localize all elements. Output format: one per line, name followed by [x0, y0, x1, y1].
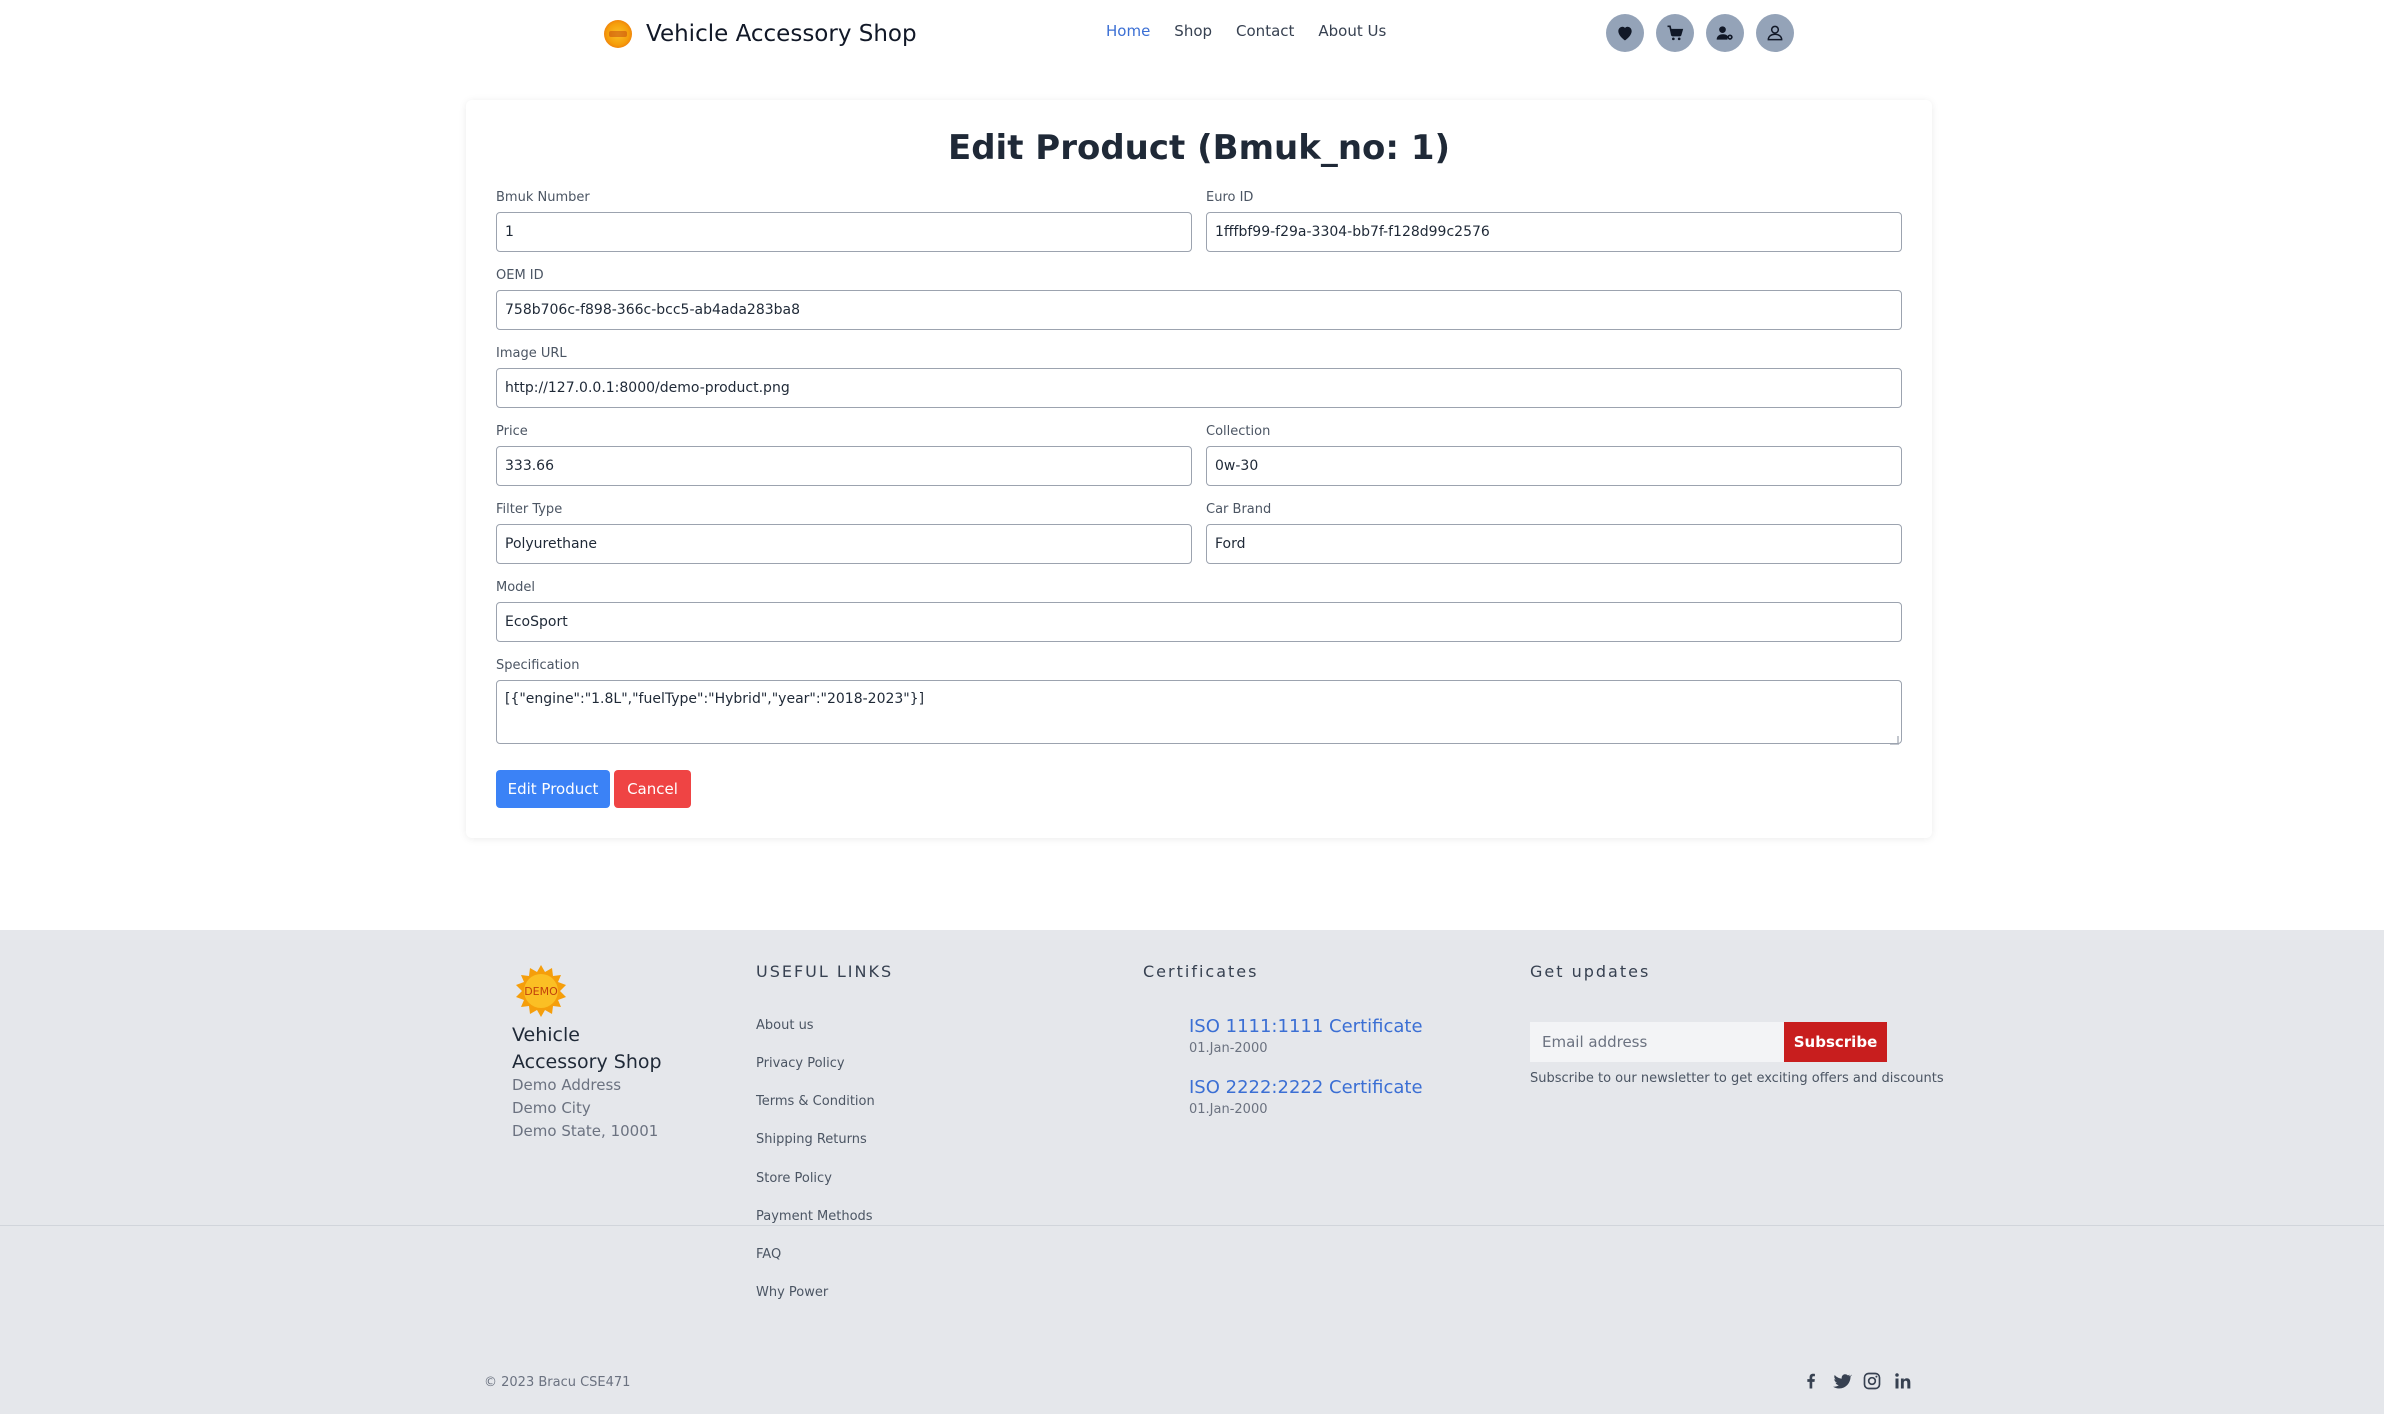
- image-url-input[interactable]: [496, 368, 1902, 408]
- price-label: Price: [496, 424, 528, 439]
- facebook-icon[interactable]: [1801, 1371, 1821, 1391]
- certificate-link-1[interactable]: ISO 1111:1111 Certificate: [1189, 1016, 1423, 1037]
- nav-shop[interactable]: Shop: [1174, 22, 1212, 40]
- newsletter-email-input[interactable]: [1530, 1022, 1784, 1062]
- image-url-label: Image URL: [496, 346, 567, 361]
- certificate-date-1: 01.Jan-2000: [1189, 1041, 1268, 1056]
- get-updates-heading: Get updates: [1530, 962, 1651, 981]
- top-navbar: Vehicle Accessory Shop Home Shop Contact…: [0, 0, 2384, 68]
- nav-about-us[interactable]: About Us: [1318, 22, 1386, 40]
- bmuk-number-label: Bmuk Number: [496, 190, 590, 205]
- bmuk-number-group: Bmuk Number: [496, 190, 1192, 252]
- page-title: Edit Product (Bmuk_no: 1): [947, 128, 1451, 168]
- footer-link-payment-methods[interactable]: Payment Methods: [756, 1209, 873, 1224]
- model-group: Model: [496, 580, 1902, 642]
- collection-group: Collection: [1206, 424, 1902, 486]
- oem-id-input[interactable]: [496, 290, 1902, 330]
- demo-logo-text: DEMO: [524, 985, 558, 998]
- nav-home[interactable]: Home: [1106, 22, 1150, 40]
- useful-links-heading: USEFUL LINKS: [756, 962, 894, 981]
- footer-link-about-us[interactable]: About us: [756, 1018, 814, 1033]
- car-brand-label: Car Brand: [1206, 502, 1272, 517]
- model-label: Model: [496, 580, 536, 595]
- specification-textarea[interactable]: [{"engine":"1.8L","fuelType":"Hybrid","y…: [496, 680, 1902, 744]
- euro-id-input[interactable]: [1206, 212, 1902, 252]
- car-brand-input[interactable]: [1206, 524, 1902, 564]
- heart-icon[interactable]: [1606, 14, 1644, 52]
- user-settings-icon[interactable]: [1706, 14, 1744, 52]
- instagram-icon[interactable]: [1862, 1371, 1882, 1391]
- user-icon[interactable]: [1756, 14, 1794, 52]
- brand[interactable]: Vehicle Accessory Shop: [604, 18, 917, 50]
- car-brand-group: Car Brand: [1206, 502, 1902, 564]
- main-nav: Home Shop Contact About Us: [1106, 22, 1386, 40]
- demo-logo-icon: DEMO: [516, 965, 566, 1017]
- price-group: Price: [496, 424, 1192, 486]
- brand-logo-icon: [604, 20, 632, 48]
- certificate-link-2[interactable]: ISO 2222:2222 Certificate: [1189, 1077, 1423, 1098]
- footer-link-shipping-returns[interactable]: Shipping Returns: [756, 1132, 867, 1147]
- footer-address-line-3: Demo State, 10001: [512, 1122, 659, 1140]
- collection-label: Collection: [1206, 424, 1271, 439]
- bmuk-number-input[interactable]: [496, 212, 1192, 252]
- footer-address-line-1: Demo Address: [512, 1076, 622, 1094]
- certificate-date-2: 01.Jan-2000: [1189, 1102, 1268, 1117]
- filter-type-input[interactable]: [496, 524, 1192, 564]
- oem-id-group: OEM ID: [496, 268, 1902, 330]
- specification-label: Specification: [496, 658, 580, 673]
- footer-link-why-power[interactable]: Why Power: [756, 1285, 828, 1300]
- brand-name: Vehicle Accessory Shop: [646, 21, 917, 47]
- newsletter-note: Subscribe to our newsletter to get excit…: [1530, 1071, 1944, 1086]
- nav-contact[interactable]: Contact: [1236, 22, 1294, 40]
- copyright: © 2023 Bracu CSE471: [484, 1375, 631, 1390]
- footer: DEMO Vehicle Accessory Shop Demo Address…: [0, 930, 2384, 1414]
- euro-id-label: Euro ID: [1206, 190, 1254, 205]
- filter-type-label: Filter Type: [496, 502, 563, 517]
- footer-address-line-2: Demo City: [512, 1099, 591, 1117]
- cart-icon[interactable]: [1656, 14, 1694, 52]
- filter-type-group: Filter Type: [496, 502, 1192, 564]
- resize-handle-icon[interactable]: [1890, 736, 1899, 745]
- collection-input[interactable]: [1206, 446, 1902, 486]
- image-url-group: Image URL: [496, 346, 1902, 408]
- header-actions: [1606, 14, 1794, 52]
- footer-link-privacy-policy[interactable]: Privacy Policy: [756, 1056, 845, 1071]
- specification-group: Specification [{"engine":"1.8L","fuelTyp…: [496, 658, 1902, 748]
- certificates-heading: Certificates: [1143, 962, 1259, 981]
- euro-id-group: Euro ID: [1206, 190, 1902, 252]
- footer-brand-name: Vehicle Accessory Shop: [512, 1024, 662, 1073]
- footer-divider: [0, 1225, 2384, 1226]
- twitter-icon[interactable]: [1832, 1371, 1853, 1391]
- linkedin-icon[interactable]: [1893, 1371, 1913, 1391]
- footer-link-store-policy[interactable]: Store Policy: [756, 1171, 832, 1186]
- edit-product-card: Edit Product (Bmuk_no: 1) Bmuk Number Eu…: [466, 100, 1932, 838]
- cancel-button[interactable]: Cancel: [614, 770, 691, 808]
- price-input[interactable]: [496, 446, 1192, 486]
- oem-id-label: OEM ID: [496, 268, 544, 283]
- model-input[interactable]: [496, 602, 1902, 642]
- subscribe-button[interactable]: Subscribe: [1784, 1022, 1887, 1062]
- footer-link-faq[interactable]: FAQ: [756, 1247, 781, 1262]
- footer-link-terms[interactable]: Terms & Condition: [756, 1094, 875, 1109]
- edit-product-button[interactable]: Edit Product: [496, 770, 610, 808]
